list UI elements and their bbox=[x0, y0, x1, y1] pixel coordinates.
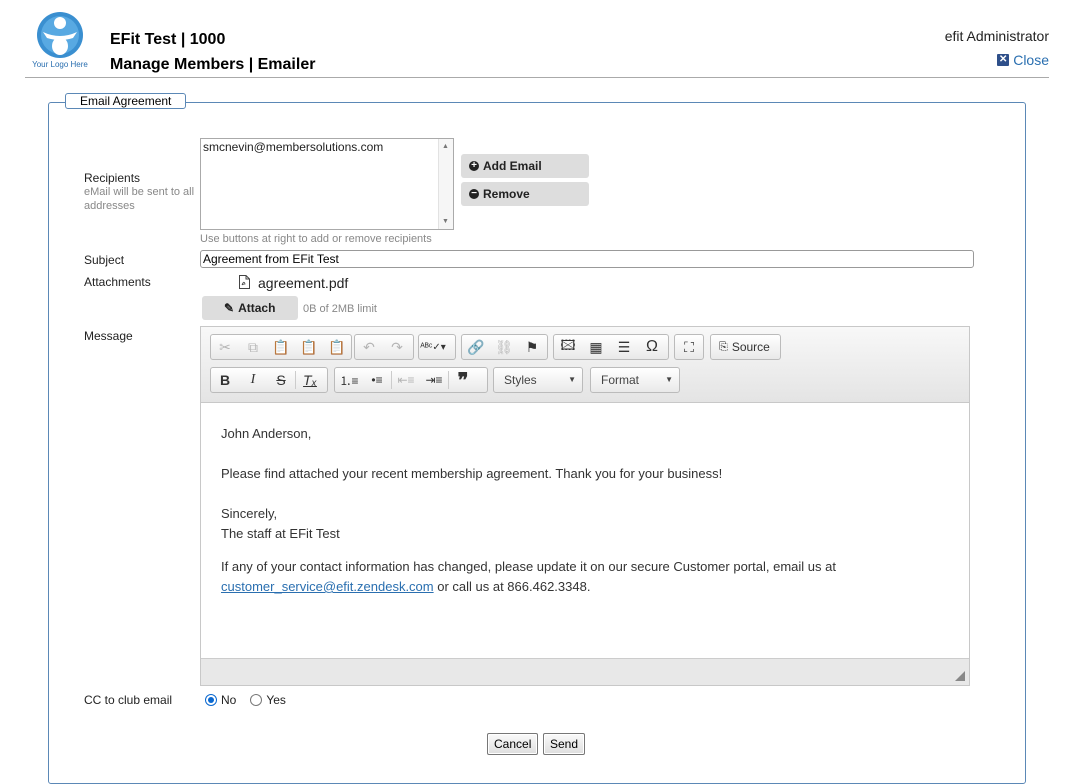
paste-word-icon[interactable]: 📋 bbox=[323, 335, 351, 359]
plus-circle-icon: + bbox=[469, 161, 479, 171]
chevron-down-icon: ▼ bbox=[568, 375, 576, 384]
blockquote-icon[interactable]: ❞ bbox=[449, 368, 477, 392]
source-label: Source bbox=[731, 340, 770, 354]
spellcheck-icon[interactable]: ᴬᴮᶜ✓▾ bbox=[419, 335, 447, 359]
recipients-list[interactable]: smcnevin@membersolutions.com ▲ ▼ bbox=[200, 138, 454, 230]
scroll-down-icon[interactable]: ▼ bbox=[442, 218, 449, 225]
attach-label: Attach bbox=[238, 301, 276, 315]
recipients-scrollbar[interactable]: ▲ ▼ bbox=[438, 139, 453, 229]
table-icon[interactable]: ▦ bbox=[582, 335, 610, 359]
pdf-file-icon bbox=[239, 275, 250, 289]
add-email-button[interactable]: + Add Email bbox=[461, 154, 589, 178]
message-closing2: The staff at EFit Test bbox=[221, 526, 340, 541]
subject-label: Subject bbox=[84, 253, 125, 267]
message-editor[interactable]: ✂ ⧉ 📋 📋 📋 ↶ ↷ ᴬᴮᶜ✓▾ 🔗 ⛓ ⚑ 🖾 ▦ ☰ Ω ⛶ ⎘ So… bbox=[200, 326, 970, 686]
styles-label: Styles bbox=[504, 373, 537, 387]
page-subtitle: Manage Members | Emailer bbox=[110, 56, 316, 73]
remove-format-icon[interactable]: Tₓ bbox=[296, 368, 324, 392]
minus-circle-icon: − bbox=[469, 189, 479, 199]
recipient-item[interactable]: smcnevin@membersolutions.com bbox=[203, 140, 383, 154]
recipients-hint: Use buttons at right to add or remove re… bbox=[200, 233, 432, 245]
cc-radio-group: No Yes bbox=[205, 693, 286, 707]
page-title: EFit Test | 1000 bbox=[110, 31, 226, 48]
editor-content[interactable]: John Anderson, Please find attached your… bbox=[201, 403, 969, 659]
message-footer-line2: customer_service@efit.zendesk.com or cal… bbox=[221, 579, 590, 594]
close-icon: ✕ bbox=[997, 54, 1010, 66]
message-footer-post: or call us at 866.462.3348. bbox=[433, 579, 591, 594]
bulleted-list-icon[interactable]: •≡ bbox=[363, 368, 391, 392]
cc-no-radio[interactable] bbox=[205, 694, 217, 706]
add-email-label: Add Email bbox=[483, 159, 542, 173]
spellcheck-group: ᴬᴮᶜ✓▾ bbox=[418, 334, 456, 360]
styles-dropdown[interactable]: Styles ▼ bbox=[493, 367, 583, 393]
numbered-list-icon[interactable]: ⒈≡ bbox=[335, 368, 363, 392]
cut-icon[interactable]: ✂ bbox=[211, 335, 239, 359]
recipients-label: Recipients bbox=[84, 171, 141, 185]
message-footer: If any of your contact information has c… bbox=[221, 559, 836, 574]
scroll-up-icon[interactable]: ▲ bbox=[442, 143, 449, 150]
clipboard-group: ✂ ⧉ 📋 📋 📋 bbox=[210, 334, 352, 360]
chevron-down-icon: ▼ bbox=[665, 375, 673, 384]
copy-icon[interactable]: ⧉ bbox=[239, 335, 267, 359]
format-label: Format bbox=[601, 373, 640, 387]
close-label: Close bbox=[1013, 52, 1049, 68]
attachments-label: Attachments bbox=[84, 275, 151, 289]
resize-handle-icon[interactable] bbox=[955, 671, 965, 681]
send-button[interactable]: Send bbox=[543, 733, 586, 755]
undo-icon[interactable]: ↶ bbox=[355, 335, 383, 359]
strike-icon[interactable]: S bbox=[267, 368, 295, 392]
cc-no-label: No bbox=[221, 693, 237, 707]
source-icon: ⎘ bbox=[719, 340, 728, 353]
paperclip-icon: ✎ bbox=[224, 301, 235, 315]
bold-icon[interactable]: B bbox=[211, 368, 239, 392]
anchor-flag-icon[interactable]: ⚑ bbox=[518, 335, 546, 359]
list-group: ⒈≡ •≡ ⇤≡ ⇥≡ ❞ bbox=[334, 367, 488, 393]
maximize-icon[interactable]: ⛶ bbox=[675, 335, 703, 359]
italic-icon[interactable]: I bbox=[239, 368, 267, 392]
logo-text: Your Logo Here bbox=[32, 60, 88, 69]
outdent-icon[interactable]: ⇤≡ bbox=[392, 368, 420, 392]
message-closing1: Sincerely, bbox=[221, 506, 278, 521]
close-link[interactable]: ✕ Close bbox=[997, 52, 1049, 68]
cc-label: CC to club email bbox=[84, 693, 173, 707]
paste-icon[interactable]: 📋 bbox=[267, 335, 295, 359]
special-char-icon[interactable]: Ω bbox=[638, 335, 666, 359]
indent-icon[interactable]: ⇥≡ bbox=[420, 368, 448, 392]
subject-input[interactable] bbox=[200, 250, 974, 268]
user-name: efit Administrator bbox=[944, 28, 1049, 44]
link-group: 🔗 ⛓ ⚑ bbox=[461, 334, 548, 360]
attachment-limit: 0B of 2MB limit bbox=[303, 303, 377, 315]
undo-group: ↶ ↷ bbox=[354, 334, 414, 360]
message-label: Message bbox=[84, 329, 133, 343]
cc-yes-radio[interactable] bbox=[250, 694, 263, 706]
editor-footer bbox=[201, 658, 969, 685]
maximize-group: ⛶ bbox=[674, 334, 704, 360]
remove-email-label: Remove bbox=[483, 187, 530, 201]
paste-text-icon[interactable]: 📋 bbox=[295, 335, 323, 359]
cancel-button[interactable]: Cancel bbox=[487, 733, 539, 755]
cc-yes-label: Yes bbox=[266, 693, 286, 707]
format-dropdown[interactable]: Format ▼ bbox=[590, 367, 680, 393]
recipients-sublabel: eMail will be sent to all addresses bbox=[84, 186, 195, 212]
fieldset-legend: Email Agreement bbox=[65, 93, 187, 109]
editor-toolbar: ✂ ⧉ 📋 📋 📋 ↶ ↷ ᴬᴮᶜ✓▾ 🔗 ⛓ ⚑ 🖾 ▦ ☰ Ω ⛶ ⎘ So… bbox=[201, 327, 969, 403]
link-icon[interactable]: 🔗 bbox=[462, 335, 490, 359]
attachment-file[interactable]: agreement.pdf bbox=[258, 275, 348, 291]
source-button[interactable]: ⎘ Source bbox=[710, 334, 781, 360]
horizontal-line-icon[interactable]: ☰ bbox=[610, 335, 638, 359]
attach-button[interactable]: ✎ Attach bbox=[202, 296, 298, 320]
message-greeting: John Anderson, bbox=[221, 426, 312, 441]
image-icon[interactable]: 🖾 bbox=[554, 335, 582, 359]
insert-group: 🖾 ▦ ☰ Ω bbox=[553, 334, 669, 360]
header-divider bbox=[25, 77, 1049, 78]
basic-styles-group: B I S Tₓ bbox=[210, 367, 328, 393]
message-body: Please find attached your recent members… bbox=[221, 466, 723, 481]
unlink-icon[interactable]: ⛓ bbox=[490, 335, 518, 359]
support-email-link[interactable]: customer_service@efit.zendesk.com bbox=[221, 579, 434, 594]
redo-icon[interactable]: ↷ bbox=[383, 335, 411, 359]
remove-email-button[interactable]: − Remove bbox=[461, 182, 589, 206]
